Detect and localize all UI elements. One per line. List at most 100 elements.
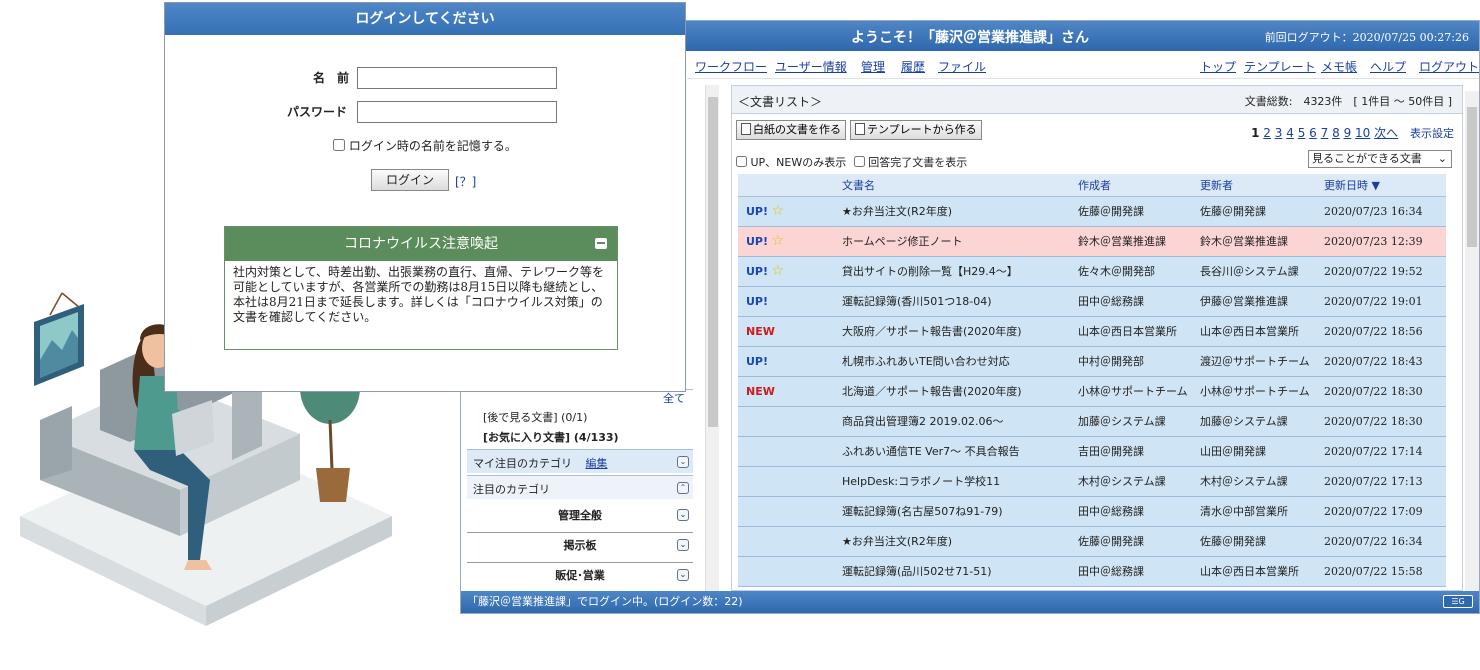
- menu-history[interactable]: 履歴: [901, 58, 925, 75]
- row-updated: 2020/07/22 18:30: [1324, 376, 1446, 407]
- chevron-down-icon[interactable]: ⌄: [677, 569, 689, 581]
- page-current: 1: [1251, 126, 1260, 140]
- menu-memo[interactable]: メモ帳: [1321, 58, 1357, 75]
- menu-user-info[interactable]: ユーザー情報: [775, 58, 847, 75]
- password-input[interactable]: [357, 101, 557, 123]
- row-document-name[interactable]: ★お弁当注文(R2年度): [842, 196, 1078, 227]
- row-updater: 小林＠サポートチーム: [1200, 376, 1324, 407]
- menu-bar: ワークフロー ユーザー情報 管理 履歴 ファイル トップ テンプレート メモ帳 …: [687, 51, 1479, 79]
- my-category-label: マイ注目のカテゴリ: [473, 457, 572, 470]
- featured-category-label: 注目のカテゴリ: [473, 483, 550, 496]
- col-updated[interactable]: 更新日時 ▼: [1324, 174, 1446, 197]
- table-row[interactable]: 運転記録簿(名古屋507ね91-79) 田中＠総務課 清水＠中部営業所 2020/07…: [738, 496, 1446, 527]
- page-link[interactable]: 2: [1263, 126, 1271, 140]
- next-page-link[interactable]: 次へ: [1374, 126, 1398, 140]
- sidebar-later-docs[interactable]: [後で見る文書] (0/1): [467, 409, 693, 427]
- table-row[interactable]: UP! 札幌市ふれあいTE問い合わせ対応 中村＠開発部 渡辺＠サポートチーム 2020/…: [738, 346, 1446, 377]
- chevron-down-icon[interactable]: ⌄: [677, 509, 689, 521]
- page-link[interactable]: 10: [1355, 126, 1370, 140]
- content-scrollbar[interactable]: [1465, 91, 1479, 591]
- row-document-name[interactable]: ホームページ修正ノート: [842, 226, 1078, 257]
- table-row[interactable]: ふれあい通信TE Ver7〜 不具合報告 吉田＠開発課 山田＠開発課 2020/07/…: [738, 436, 1446, 467]
- row-author: 佐藤＠開発課: [1078, 196, 1200, 227]
- doclist-header: ＜文書リスト＞ 文書総数: 4323件 [ 1件目 〜 50件目 ]: [732, 86, 1462, 114]
- chevron-up-icon[interactable]: ⌃: [677, 482, 689, 494]
- page-link[interactable]: 8: [1332, 126, 1340, 140]
- menu-template[interactable]: テンプレート: [1244, 58, 1316, 75]
- row-document-name[interactable]: 北海道／サポート報告書(2020年度): [842, 376, 1078, 407]
- page-link[interactable]: 7: [1321, 126, 1329, 140]
- edit-category-link[interactable]: 編集: [586, 457, 608, 470]
- category-admin-label: 管理全般: [558, 509, 602, 522]
- display-settings-link[interactable]: 表示設定: [1410, 127, 1454, 140]
- row-badge-cell: [738, 556, 842, 587]
- table-row[interactable]: 商品貸出管理簿2 2019.02.06〜 加藤＠システム課 加藤＠システム課 2020…: [738, 406, 1446, 437]
- table-row[interactable]: NEW 北海道／サポート報告書(2020年度) 小林＠サポートチーム 小林＠サポートチ…: [738, 376, 1446, 407]
- row-updater: 渡辺＠サポートチーム: [1200, 346, 1324, 377]
- star-icon[interactable]: ☆: [772, 263, 785, 279]
- row-document-name[interactable]: ふれあい通信TE Ver7〜 不具合報告: [842, 436, 1078, 467]
- new-badge: NEW: [746, 384, 775, 398]
- remember-name-checkbox[interactable]: [333, 139, 345, 151]
- row-badge-cell: UP! ☆: [738, 196, 842, 227]
- chevron-down-icon[interactable]: ⌄: [677, 539, 689, 551]
- row-document-name[interactable]: HelpDesk:コラボノート学校11: [842, 466, 1078, 497]
- page-link[interactable]: 4: [1286, 126, 1294, 140]
- name-input[interactable]: [357, 67, 557, 89]
- row-document-name[interactable]: 運転記録簿(名古屋507ね91-79): [842, 496, 1078, 527]
- gadget-icon[interactable]: ☰G: [1443, 595, 1473, 608]
- star-icon[interactable]: ☆: [772, 203, 785, 219]
- menu-top[interactable]: トップ: [1200, 58, 1236, 75]
- row-document-name[interactable]: 札幌市ふれあいTE問い合わせ対応: [842, 346, 1078, 377]
- category-sales[interactable]: 販促･営業 ⌄: [467, 567, 693, 591]
- page-link[interactable]: 6: [1309, 126, 1317, 140]
- row-document-name[interactable]: 運転記録簿(香川501つ18-04): [842, 286, 1078, 317]
- row-badge-cell: NEW: [738, 376, 842, 407]
- remember-name-row: ログイン時の名前を記憶する。: [333, 137, 517, 154]
- menu-workflow[interactable]: ワークフロー: [695, 58, 767, 75]
- filter-answered-checkbox[interactable]: [853, 156, 865, 167]
- star-icon[interactable]: ☆: [772, 233, 785, 249]
- minimize-icon[interactable]: [595, 238, 607, 249]
- row-updated: 2020/07/22 18:43: [1324, 346, 1446, 377]
- login-button[interactable]: ログイン: [371, 169, 449, 191]
- chevron-down-icon[interactable]: ⌄: [677, 456, 689, 468]
- row-document-name[interactable]: 運転記録簿(品川502せ71-51): [842, 556, 1078, 587]
- view-scope-select[interactable]: 見ることができる文書 ⌄: [1308, 150, 1452, 168]
- new-badge: NEW: [746, 324, 775, 338]
- menu-logout[interactable]: ログアウト: [1419, 58, 1479, 75]
- menu-help[interactable]: ヘルプ: [1370, 58, 1406, 75]
- page-link[interactable]: 3: [1275, 126, 1283, 140]
- sidebar-featured-category[interactable]: 注目のカテゴリ ⌃: [467, 475, 693, 499]
- filter-up-new-checkbox[interactable]: [736, 156, 747, 167]
- page-link[interactable]: 9: [1344, 126, 1352, 140]
- login-help-link[interactable]: [？]: [455, 173, 476, 190]
- table-row[interactable]: 運転記録簿(品川502せ71-51) 田中＠総務課 山本＠西日本営業所 2020/07…: [738, 556, 1446, 587]
- row-document-name[interactable]: 大阪府／サポート報告書(2020年度): [842, 316, 1078, 347]
- row-document-name[interactable]: 商品貸出管理簿2 2019.02.06〜: [842, 406, 1078, 437]
- col-author[interactable]: 作成者: [1078, 174, 1200, 197]
- category-board[interactable]: 掲示板 ⌄: [467, 537, 693, 563]
- category-admin[interactable]: 管理全般 ⌄: [467, 507, 693, 533]
- page-link[interactable]: 5: [1298, 126, 1306, 140]
- table-row[interactable]: UP! ☆ ホームページ修正ノート 鈴木＠営業推進課 鈴木＠営業推進課 2020/07/…: [738, 226, 1446, 257]
- row-document-name[interactable]: 貸出サイトの削除一覧【H29.4〜】: [842, 256, 1078, 287]
- table-row[interactable]: HelpDesk:コラボノート学校11 木村＠システム課 木村＠システム課 2020/…: [738, 466, 1446, 497]
- row-badge-cell: [738, 406, 842, 437]
- menu-admin[interactable]: 管理: [861, 58, 885, 75]
- table-row[interactable]: UP! ☆ 貸出サイトの削除一覧【H29.4〜】 佐々木＠開発部 長谷川＠システム課 2…: [738, 256, 1446, 287]
- row-document-name[interactable]: ★お弁当注文(R2年度): [842, 526, 1078, 557]
- table-row[interactable]: ★お弁当注文(R2年度) 佐藤＠開発課 佐藤＠開発課 2020/07/22 16:34: [738, 526, 1446, 557]
- new-from-template-button[interactable]: テンプレートから作る: [850, 120, 982, 140]
- sidebar-scrollbar[interactable]: [705, 85, 719, 591]
- menu-file[interactable]: ファイル: [938, 58, 986, 75]
- col-name[interactable]: 文書名: [842, 174, 1078, 197]
- table-row[interactable]: UP! 運転記録簿(香川501つ18-04) 田中＠総務課 伊藤＠営業推進課 2020/…: [738, 286, 1446, 317]
- table-row[interactable]: NEW 大阪府／サポート報告書(2020年度) 山本＠西日本営業所 山本＠西日本営業所…: [738, 316, 1446, 347]
- row-updated: 2020/07/22 19:01: [1324, 286, 1446, 317]
- col-updater[interactable]: 更新者: [1200, 174, 1324, 197]
- sidebar-favorite-docs[interactable]: [お気に入り文書] (4/133): [467, 429, 693, 449]
- table-row[interactable]: UP! ☆ ★お弁当注文(R2年度) 佐藤＠開発課 佐藤＠開発課 2020/07/23 …: [738, 196, 1446, 227]
- sidebar-my-category[interactable]: マイ注目のカテゴリ 編集 ⌄: [467, 449, 693, 473]
- new-blank-document-button[interactable]: 白紙の文書を作る: [736, 120, 846, 140]
